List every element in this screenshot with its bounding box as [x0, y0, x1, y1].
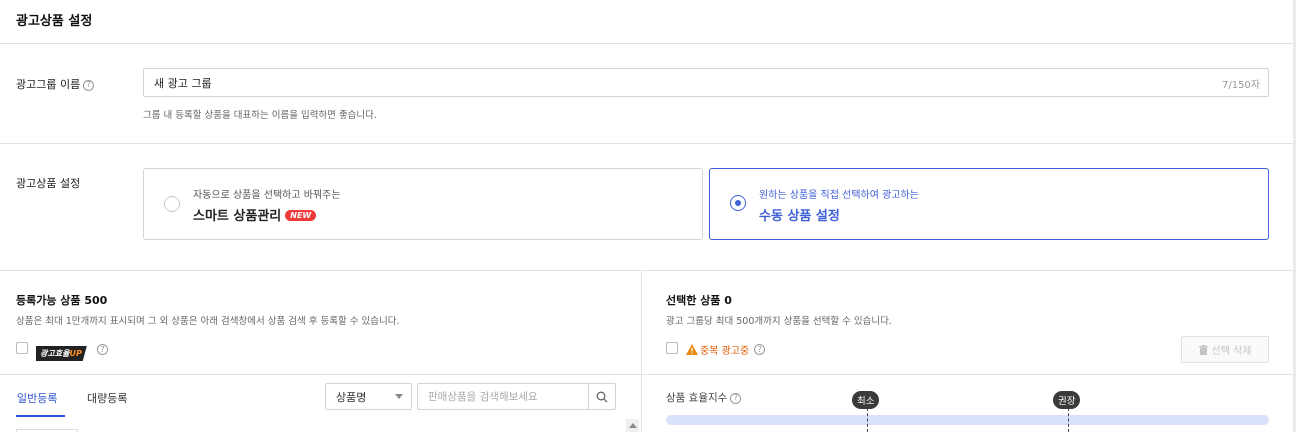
warning-icon	[686, 344, 698, 355]
selected-desc: 광고 그룹당 최대 500개까지 상품을 선택할 수 있습니다.	[666, 316, 892, 327]
marker-minimum: 최소	[852, 391, 880, 409]
warning-text: 중복 광고중	[700, 346, 750, 357]
scroll-up-button[interactable]	[626, 419, 639, 432]
badge-up-text: UP	[69, 349, 82, 358]
efficiency-label-row: 상품 효율지수?	[666, 390, 742, 405]
duplicate-warning: 중복 광고중?	[686, 342, 766, 357]
option-sub: 자동으로 상품을 선택하고 바꿔주는	[193, 190, 341, 201]
new-badge: NEW	[285, 210, 317, 221]
delete-label: 선택 삭제	[1211, 346, 1252, 357]
column-divider	[641, 270, 642, 432]
marker-minimum-line	[867, 408, 868, 432]
help-icon[interactable]: ?	[97, 344, 108, 355]
product-list-preview	[0, 424, 625, 432]
efficiency-up-badge: 광고효율UP	[36, 341, 87, 361]
efficiency-filter-checkbox[interactable]	[16, 342, 28, 354]
search-icon	[596, 391, 608, 402]
manual-product-option[interactable]: 원하는 상품을 직접 선택하여 광고하는 수동 상품 설정	[709, 168, 1269, 240]
group-name-input-box[interactable]: 7/150자	[143, 68, 1269, 97]
option-main: 스마트 상품관리	[193, 209, 282, 224]
registrable-desc: 상품은 최대 1만개까지 표시되며 그 외 상품은 아래 검색창에서 상품 검색…	[16, 316, 400, 327]
option-sub: 원하는 상품을 직접 선택하여 광고하는	[759, 190, 919, 201]
product-search-input[interactable]	[418, 384, 589, 409]
group-name-label-row: 광고그룹 이름?	[16, 76, 95, 92]
marker-recommended: 권장	[1053, 391, 1081, 409]
group-name-label: 광고그룹 이름	[16, 78, 81, 91]
active-tab-indicator	[16, 415, 65, 417]
divider	[0, 270, 1293, 271]
tab-general[interactable]: 일반등록	[17, 390, 57, 406]
efficiency-label: 상품 효율지수	[666, 392, 728, 404]
divider	[0, 43, 1293, 44]
smart-product-option[interactable]: 자동으로 상품을 선택하고 바꿔주는 스마트 상품관리 NEW	[143, 168, 703, 240]
delete-selected-button[interactable]: 선택 삭제	[1181, 336, 1269, 363]
badge-text: 광고효율	[40, 349, 70, 358]
select-value: 상품명	[336, 390, 367, 404]
divider	[0, 143, 1293, 144]
registrable-title: 등록가능 상품 500	[16, 294, 108, 307]
search-field-select[interactable]: 상품명	[325, 383, 412, 410]
divider	[0, 374, 1293, 375]
help-icon[interactable]: ?	[730, 392, 742, 404]
selected-title: 선택한 상품 0	[666, 294, 732, 307]
help-icon[interactable]: ?	[754, 344, 766, 355]
trash-icon	[1198, 344, 1208, 355]
radio-smart[interactable]	[164, 196, 180, 212]
product-setting-label: 광고상품 설정	[16, 177, 81, 190]
marker-recommended-line	[1068, 408, 1069, 432]
option-main: 수동 상품 설정	[759, 209, 840, 224]
group-name-hint: 그룹 내 등록할 상품을 대표하는 이름을 입력하면 좋습니다.	[143, 110, 377, 121]
char-counter: 7/150자	[1221, 80, 1260, 91]
page-title: 광고상품 설정	[16, 14, 93, 29]
help-icon[interactable]: ?	[83, 79, 95, 91]
product-search-box[interactable]	[417, 383, 589, 410]
option-main-row: 스마트 상품관리 NEW	[193, 205, 317, 224]
radio-manual[interactable]	[730, 195, 746, 211]
tab-bulk[interactable]: 대량등록	[87, 390, 127, 406]
efficiency-bar	[666, 415, 1269, 425]
chevron-down-icon	[395, 394, 403, 399]
group-name-input[interactable]	[144, 69, 1184, 96]
duplicate-filter-checkbox[interactable]	[666, 342, 678, 354]
search-button[interactable]	[588, 383, 616, 410]
